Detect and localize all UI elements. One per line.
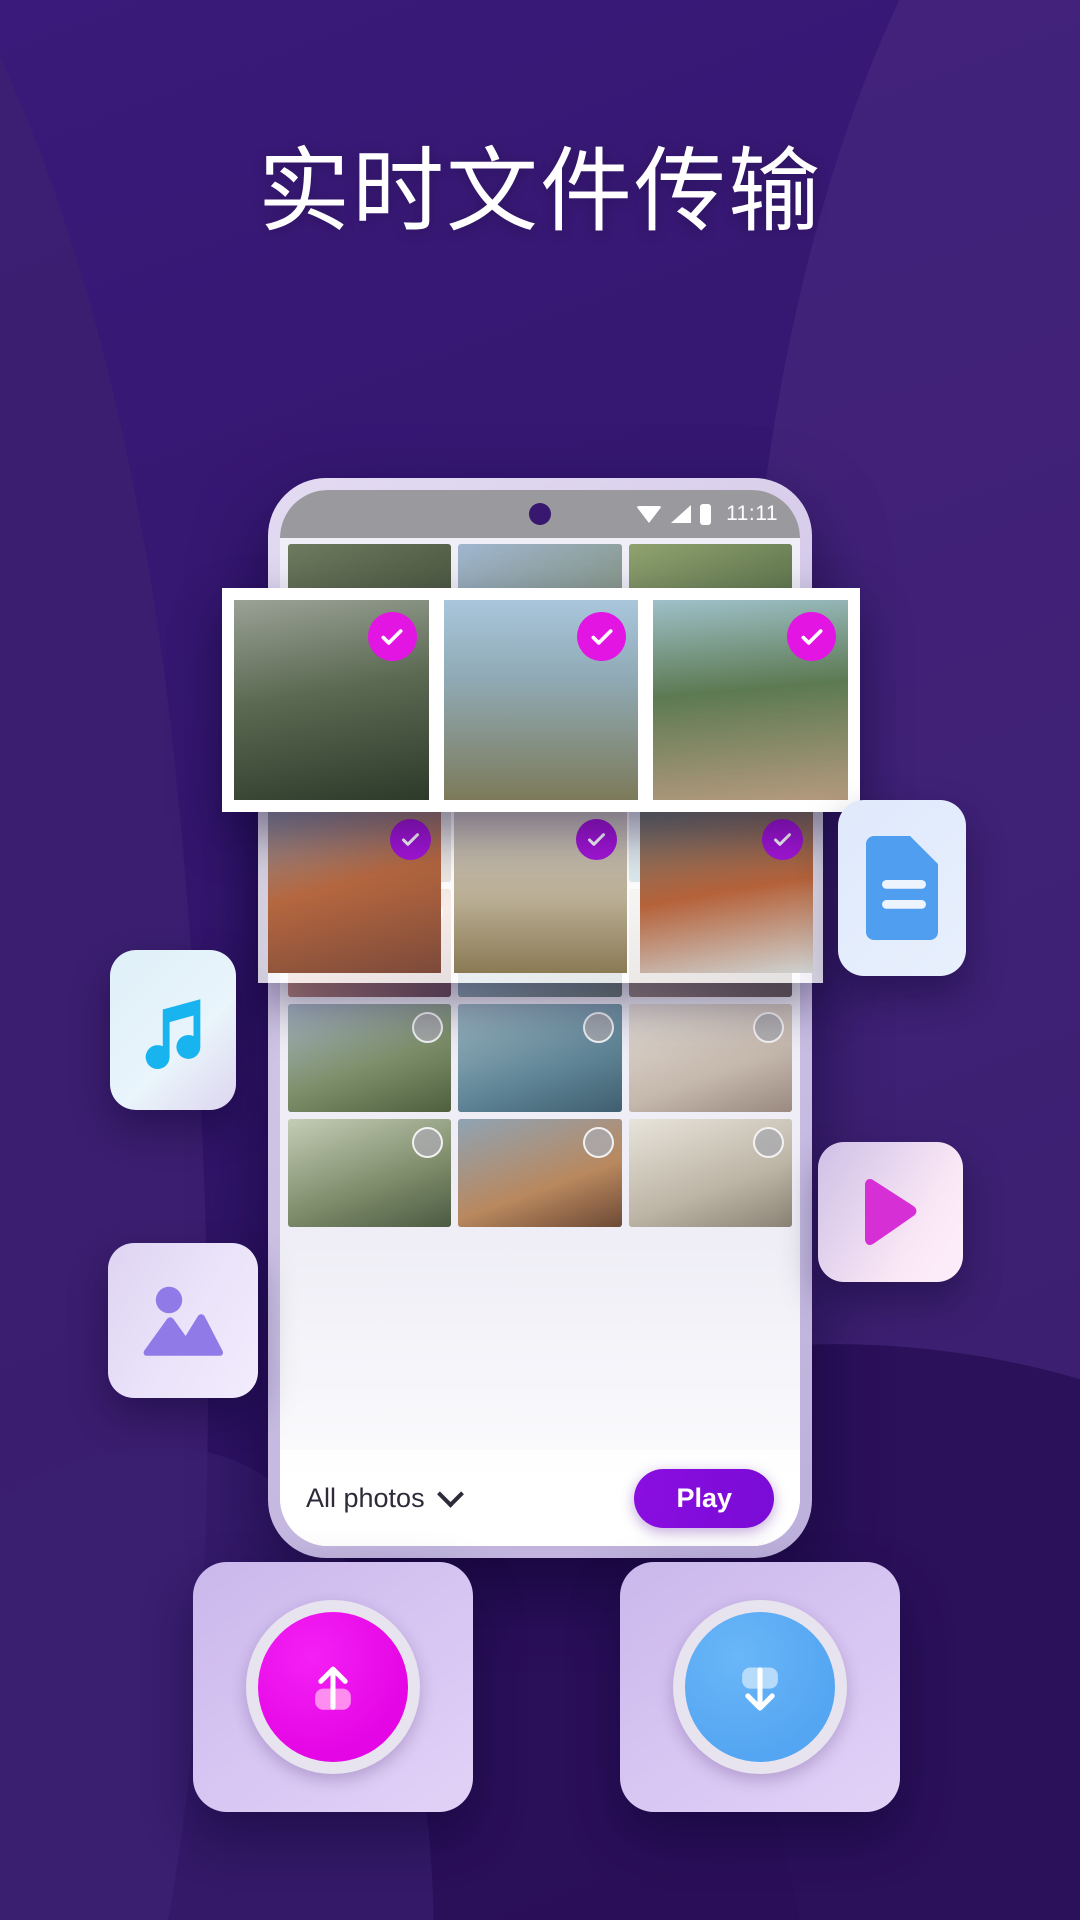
send-action-card[interactable] xyxy=(193,1562,473,1812)
table-row xyxy=(288,1004,792,1112)
table-row xyxy=(234,600,849,800)
selected-photo-photographer-lake[interactable] xyxy=(640,810,813,973)
photo-thumbnail[interactable] xyxy=(458,1004,622,1112)
image-picture-icon xyxy=(143,1286,224,1356)
selected-photo-hiker-blonde-mountain[interactable] xyxy=(234,600,429,800)
status-bar: 11:11 xyxy=(280,490,800,538)
file-chip-video[interactable] xyxy=(818,1142,963,1282)
check-icon xyxy=(588,833,605,846)
front-camera-punch-hole-icon xyxy=(529,503,551,525)
table-row xyxy=(268,810,813,973)
selected-photos-card-2 xyxy=(258,800,823,983)
promo-screenshot: 实时文件传输 11:11 All photos Play xyxy=(0,0,1080,1920)
photo-checkbox[interactable] xyxy=(752,1127,784,1158)
status-bar-icons: 11:11 xyxy=(636,502,778,526)
send-button-ring xyxy=(246,1600,420,1774)
file-chip-image[interactable] xyxy=(108,1243,258,1398)
check-icon xyxy=(402,833,419,846)
gallery-bottom-bar: All photos Play xyxy=(280,1450,800,1546)
selected-photo-woman-city-bikelane[interactable] xyxy=(268,810,441,973)
photo-thumbnail[interactable] xyxy=(458,1119,622,1227)
photo-checkbox[interactable] xyxy=(582,1127,614,1158)
photo-selected-check[interactable] xyxy=(390,819,431,860)
battery-icon xyxy=(700,503,712,525)
photo-thumbnail[interactable] xyxy=(628,1119,792,1227)
photo-selected-check[interactable] xyxy=(577,612,627,661)
page-title: 实时文件传输 xyxy=(257,138,822,245)
check-icon xyxy=(801,628,823,645)
selected-photo-rock-formation-sky[interactable] xyxy=(443,600,639,800)
send-button[interactable] xyxy=(258,1612,408,1762)
music-note-icon xyxy=(145,999,201,1069)
file-chip-document[interactable] xyxy=(838,800,966,976)
signal-icon xyxy=(671,505,692,523)
table-row xyxy=(288,1119,792,1227)
status-bar-time: 11:11 xyxy=(726,502,778,525)
photo-selected-check[interactable] xyxy=(576,819,617,860)
play-triangle-icon xyxy=(864,1179,916,1245)
photo-selected-check[interactable] xyxy=(367,612,417,661)
receive-button[interactable] xyxy=(685,1612,835,1762)
wifi-icon xyxy=(636,505,663,523)
photo-checkbox[interactable] xyxy=(752,1012,784,1043)
check-icon xyxy=(591,628,613,645)
selected-photo-cactus-desert[interactable] xyxy=(454,810,627,973)
photo-selected-check[interactable] xyxy=(762,819,803,860)
photo-thumbnail[interactable] xyxy=(288,1004,452,1112)
file-chip-music[interactable] xyxy=(110,950,236,1110)
receive-action-card[interactable] xyxy=(620,1562,900,1812)
download-arrow-icon xyxy=(742,1667,778,1711)
selected-photo-couple-overlook-valley[interactable] xyxy=(653,600,849,800)
play-button[interactable]: Play xyxy=(634,1468,774,1528)
document-icon xyxy=(866,836,938,940)
selected-photos-card-1 xyxy=(222,588,860,812)
receive-button-ring xyxy=(673,1600,847,1774)
photo-selected-check[interactable] xyxy=(787,612,837,661)
check-icon xyxy=(381,628,403,645)
photo-filter-dropdown[interactable]: All photos xyxy=(306,1480,464,1514)
check-icon xyxy=(774,833,791,846)
photo-thumbnail[interactable] xyxy=(288,1119,452,1227)
photo-checkbox[interactable] xyxy=(582,1012,614,1043)
photo-filter-label: All photos xyxy=(306,1482,425,1513)
photo-thumbnail[interactable] xyxy=(628,1004,792,1112)
chevron-down-icon xyxy=(436,1480,464,1508)
upload-arrow-icon xyxy=(315,1666,351,1710)
